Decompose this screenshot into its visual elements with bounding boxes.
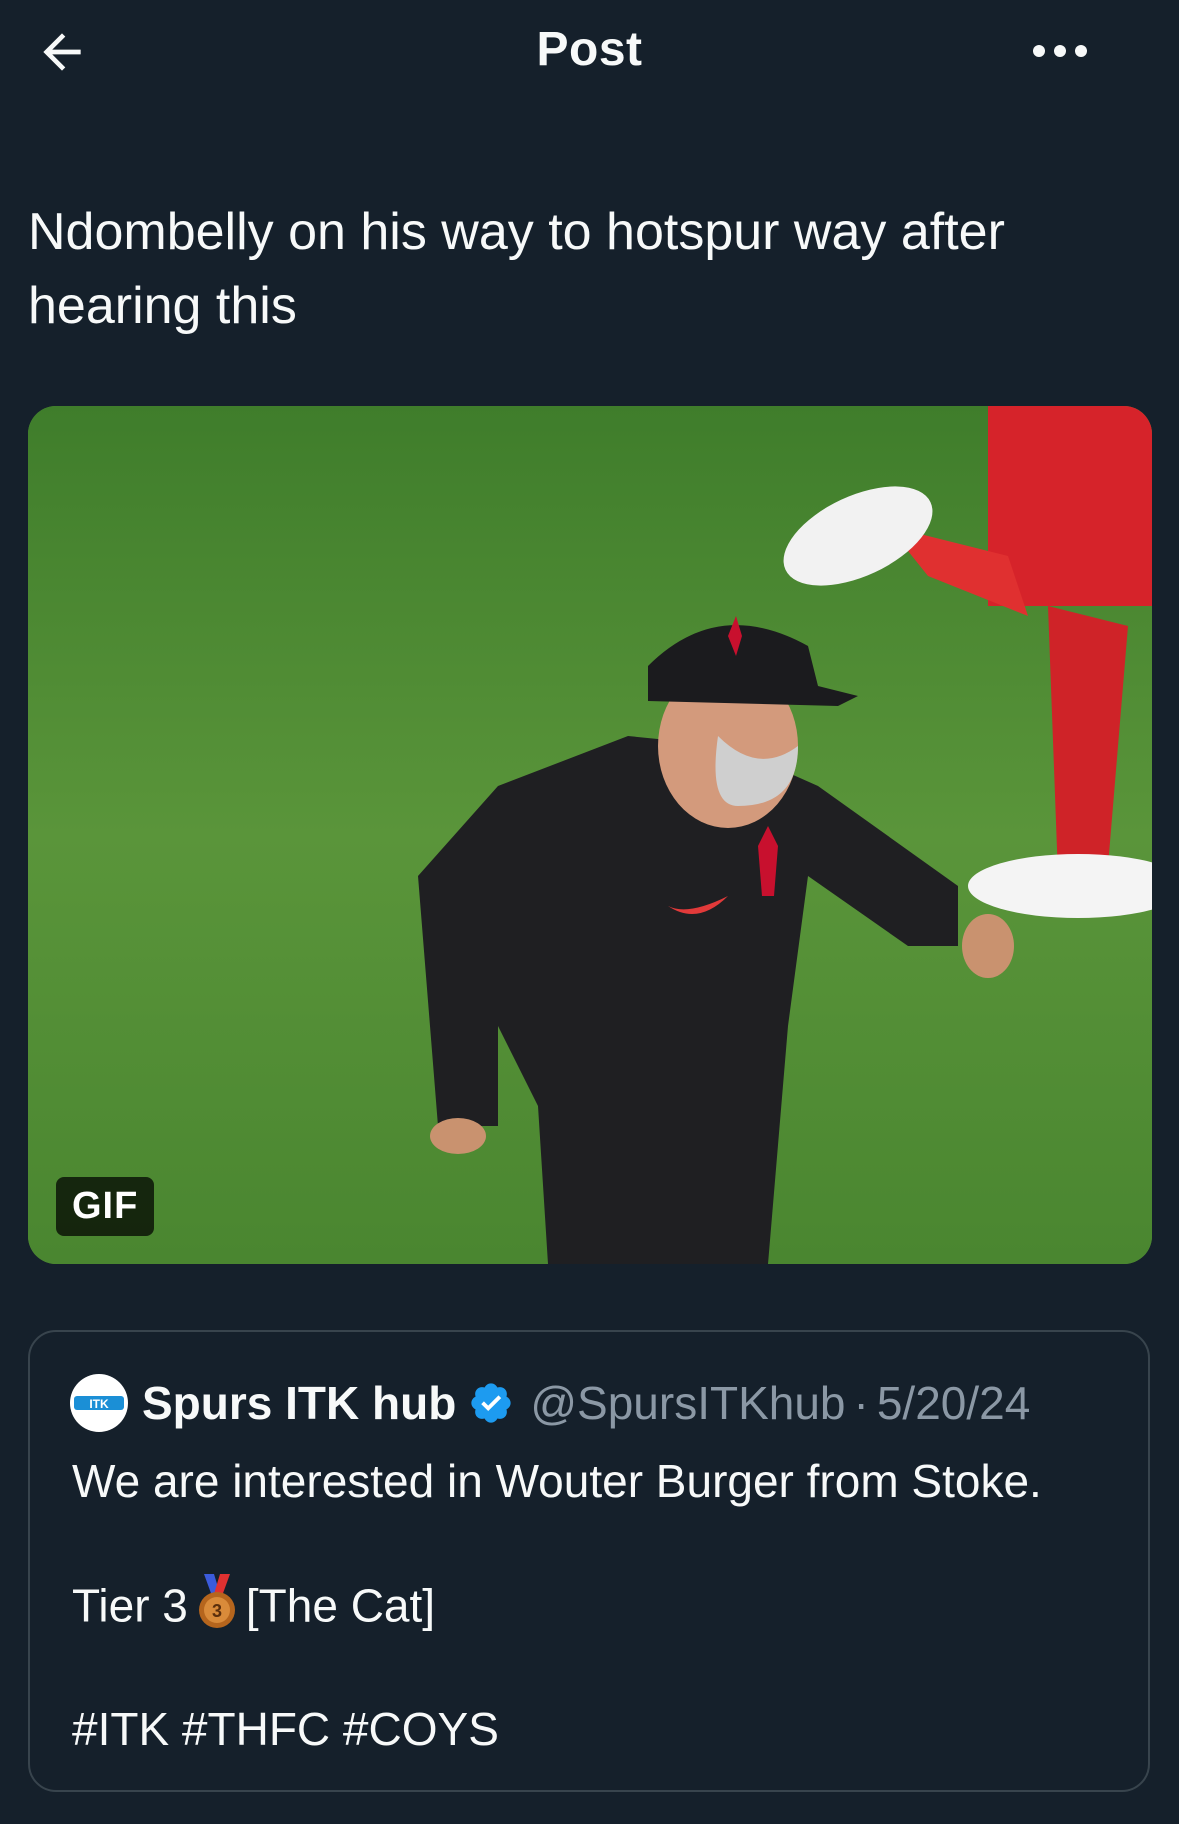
verified-badge-icon — [468, 1380, 514, 1426]
itk-logo-icon: ITK — [74, 1396, 124, 1411]
gif-badge: GIF — [56, 1177, 155, 1236]
top-bar: Post — [0, 0, 1179, 110]
tier-suffix: [The Cat] — [245, 1579, 436, 1632]
gif-frame-image — [28, 406, 1152, 1264]
avatar[interactable]: ITK — [70, 1374, 128, 1432]
avatar-text: ITK — [89, 1397, 109, 1411]
hashtags[interactable]: #ITK #THFC #COYS — [72, 1698, 1112, 1760]
more-options-button[interactable] — [1025, 26, 1095, 76]
post-gif-media[interactable]: GIF — [28, 406, 1152, 1264]
post-text: Ndombelly on his way to hotspur way afte… — [28, 203, 1005, 335]
quoted-author-name[interactable]: Spurs ITK hub — [142, 1376, 456, 1430]
quoted-post[interactable]: ITK Spurs ITK hub @SpursITKhub · 5/20/24… — [28, 1330, 1150, 1792]
quoted-author-handle[interactable]: @SpursITKhub — [530, 1376, 845, 1430]
third-place-medal-icon: 3 — [196, 1574, 238, 1645]
more-horizontal-icon — [1033, 45, 1087, 57]
page-title: Post — [536, 23, 643, 76]
quoted-post-header: ITK Spurs ITK hub @SpursITKhub · 5/20/24 — [70, 1374, 1030, 1432]
quoted-post-body: We are interested in Wouter Burger from … — [72, 1450, 1112, 1760]
tier-prefix: Tier 3 — [72, 1579, 188, 1632]
separator-dot: · — [853, 1377, 869, 1429]
quoted-post-line: We are interested in Wouter Burger from … — [72, 1455, 1042, 1507]
svg-text:3: 3 — [212, 1601, 222, 1621]
tier-line: Tier 3 3 [The Cat] — [72, 1574, 1112, 1636]
quoted-post-date[interactable]: 5/20/24 — [877, 1376, 1030, 1430]
